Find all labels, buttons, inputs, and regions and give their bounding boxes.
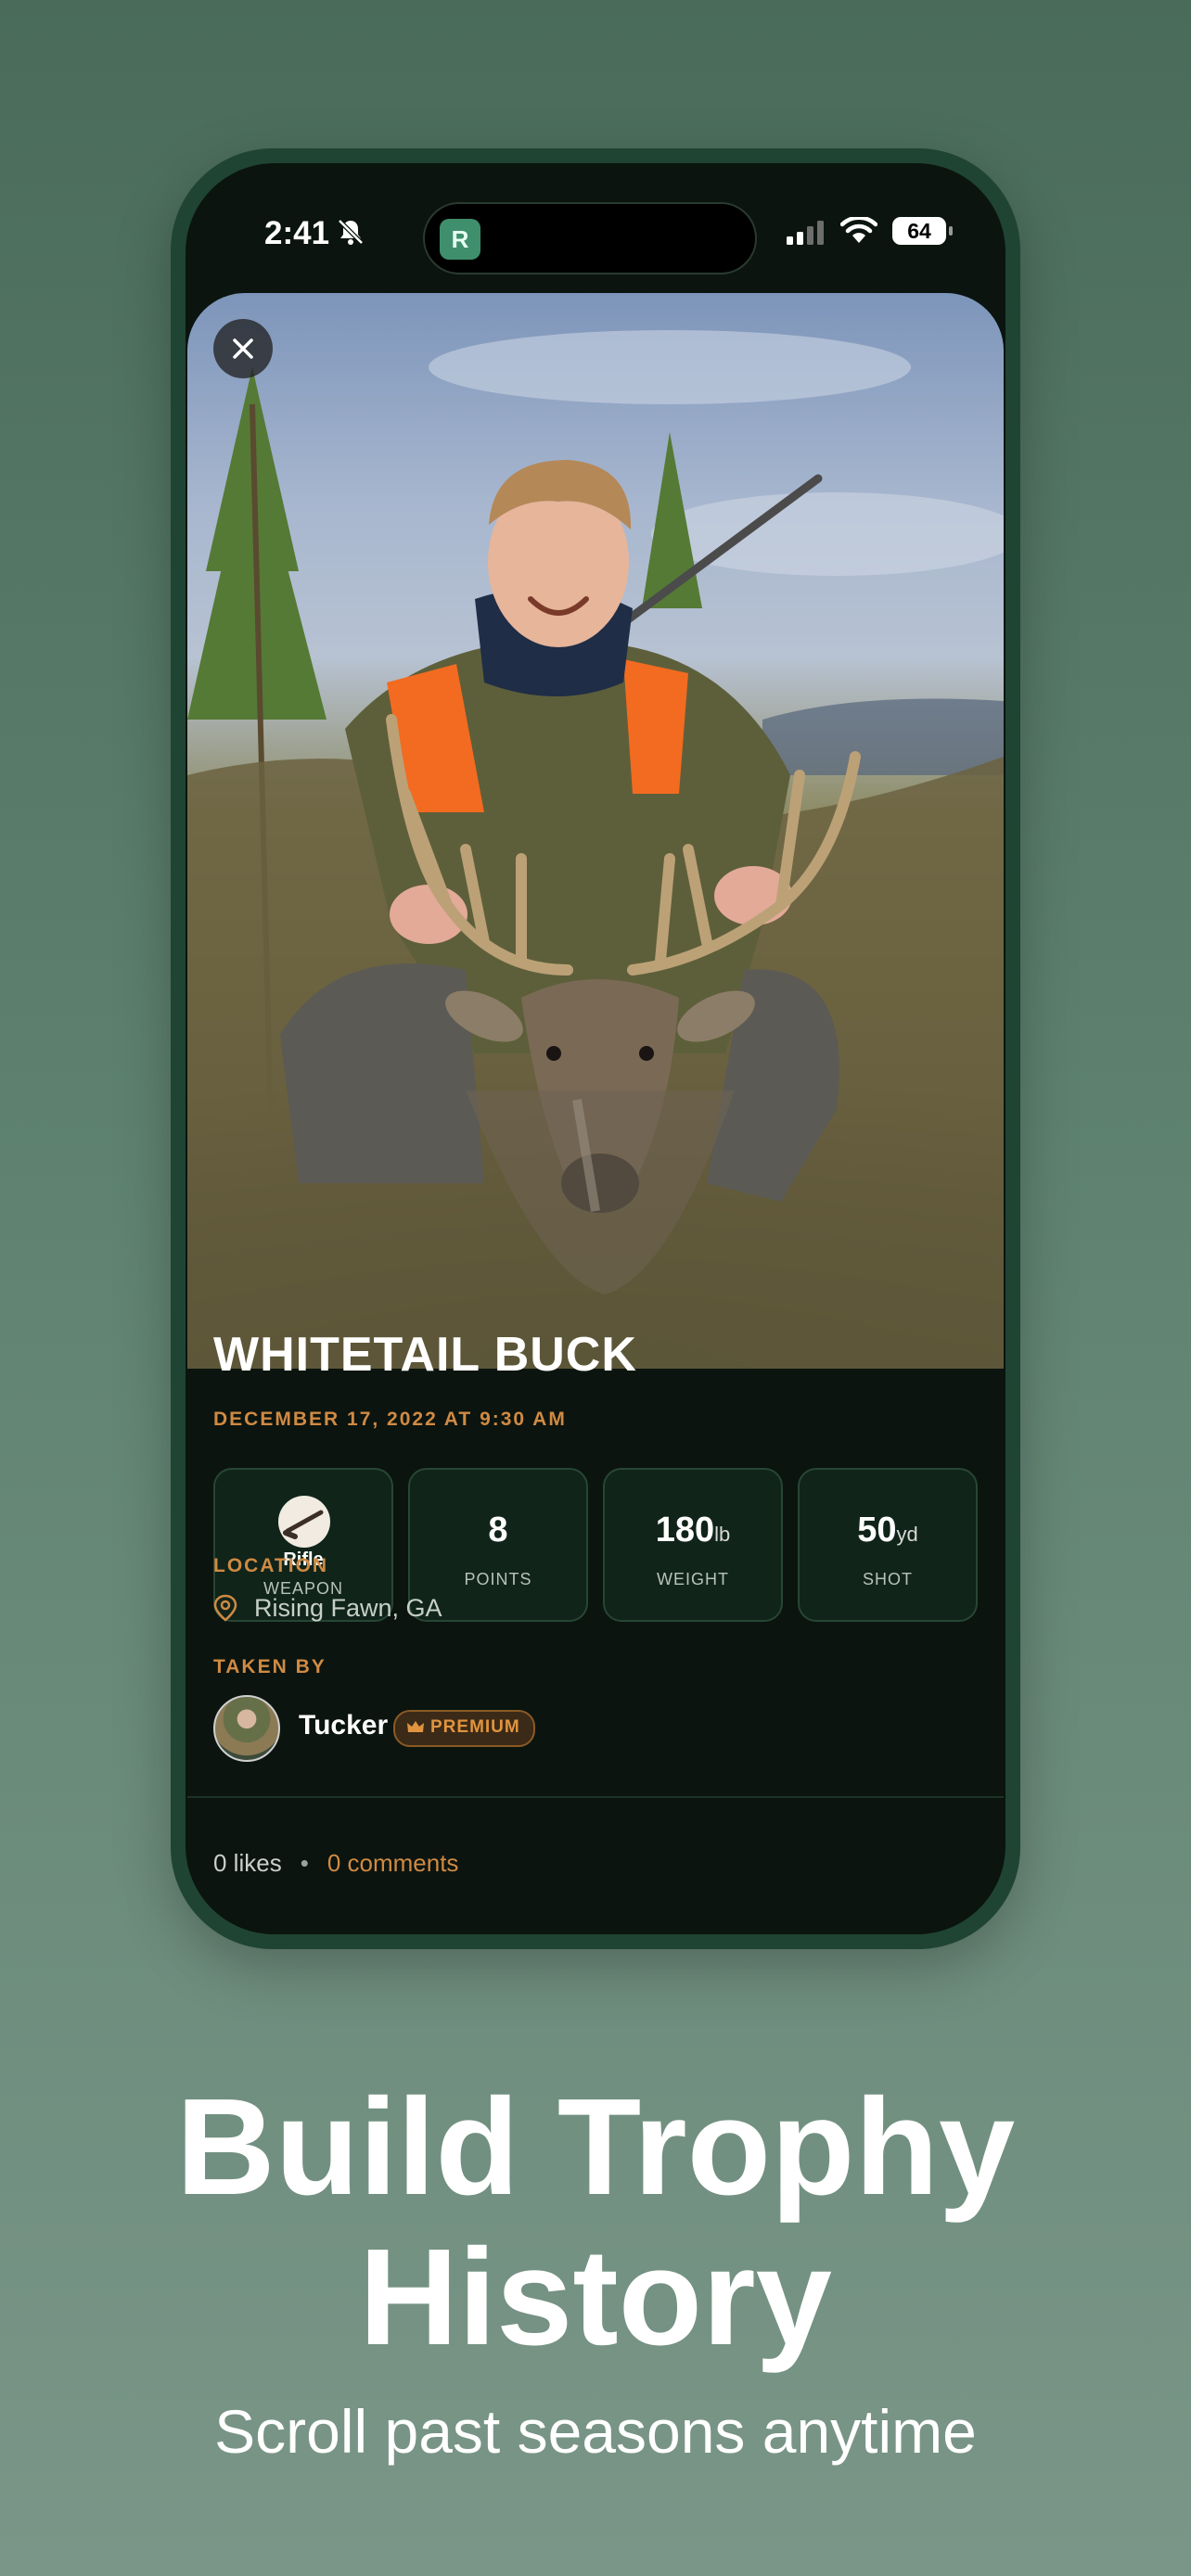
engagement-footer: 0 likes • 0 comments [213, 1849, 458, 1878]
trophy-photo-illustration [187, 330, 1004, 1369]
taker-name[interactable]: Tucker [299, 1710, 388, 1741]
promo-headline-line1: Build Trophy [175, 2071, 1016, 2224]
promo-headline-line2: History [359, 2221, 832, 2374]
promo-subheadline: Scroll past seasons anytime [214, 2397, 977, 2466]
close-icon [233, 338, 253, 359]
premium-label: PREMIUM [430, 1717, 520, 1737]
trophy-title: WHITETAIL BUCK [213, 1328, 637, 1382]
stat-points-label: POINTS [464, 1570, 532, 1588]
separator-dot: • [300, 1849, 309, 1877]
premium-badge: PREMIUM [393, 1710, 535, 1747]
silent-bell-icon [338, 219, 364, 245]
phone-mockup: 2:41 R 64 WHITETAIL BUCK DECEMBER 17, 20… [171, 148, 1020, 1949]
close-button[interactable] [213, 319, 273, 378]
avatar[interactable] [213, 1695, 280, 1762]
stat-weight-label: WEIGHT [657, 1570, 729, 1588]
crown-icon [407, 1721, 424, 1732]
phone-screen: 2:41 R 64 WHITETAIL BUCK DECEMBER 17, 20… [186, 163, 1005, 1934]
trophy-date: DECEMBER 17, 2022 AT 9:30 AM [213, 1409, 567, 1430]
comments-link[interactable]: 0 comments [327, 1849, 459, 1877]
wifi-icon [840, 217, 877, 243]
dynamic-island: R [423, 202, 757, 274]
trophy-photo [187, 293, 1004, 1369]
app-badge-icon: R [440, 219, 480, 260]
taken-by-label: TAKEN BY [213, 1656, 327, 1677]
stat-shot-unit: yd [896, 1523, 918, 1546]
location-label: LOCATION [213, 1555, 329, 1576]
likes-count[interactable]: 0 likes [213, 1849, 282, 1877]
location-pin-icon [213, 1594, 237, 1622]
stat-weight-value: 180 [655, 1511, 715, 1549]
location-value: Rising Fawn, GA [254, 1594, 442, 1622]
taken-by-row[interactable]: Tucker PREMIUM [213, 1695, 863, 1762]
status-time: 2:41 [264, 215, 330, 251]
stat-shot-value: 50 [857, 1511, 897, 1549]
stat-weight: 180lb WEIGHT [603, 1468, 783, 1622]
stat-shot: 50yd SHOT [798, 1468, 978, 1622]
stat-weight-unit: lb [714, 1523, 731, 1546]
footer-divider [187, 1796, 1004, 1798]
cellular-signal-icon [787, 221, 824, 245]
stat-points-value: 8 [488, 1511, 508, 1549]
status-bar: 2:41 R 64 [186, 163, 1005, 284]
rifle-icon [278, 1496, 330, 1548]
stat-shot-label: SHOT [862, 1570, 913, 1588]
trophy-detail-card: WHITETAIL BUCK DECEMBER 17, 2022 AT 9:30… [187, 293, 1004, 1934]
battery-indicator: 64 [892, 217, 953, 245]
